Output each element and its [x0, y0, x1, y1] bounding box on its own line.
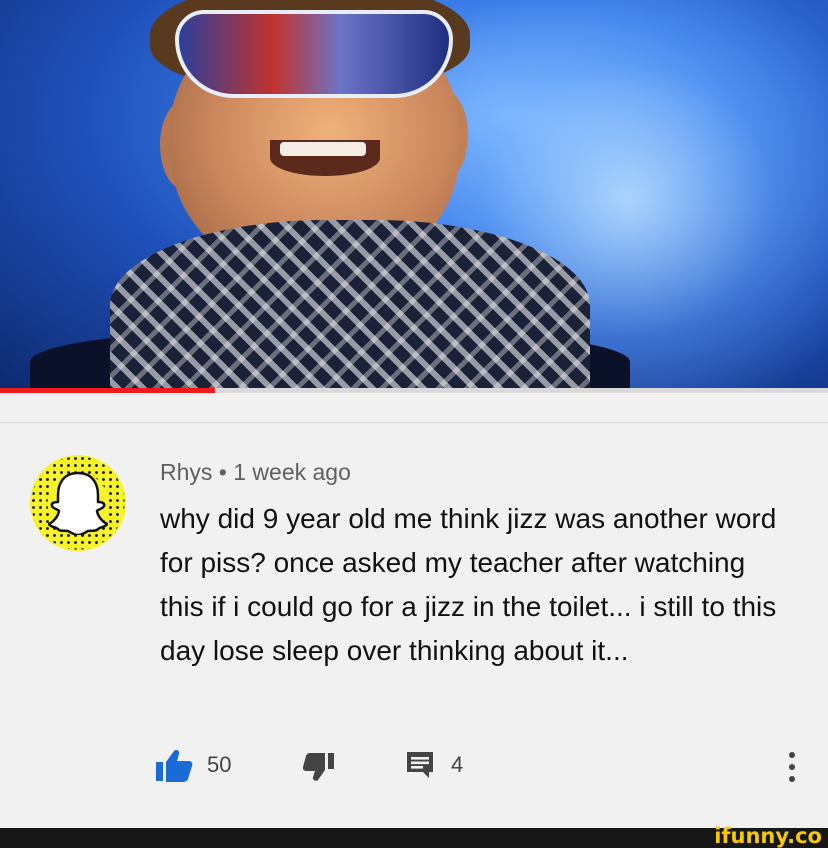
dislike-action[interactable] [303, 752, 335, 782]
reply-action[interactable]: 4 [405, 750, 463, 780]
like-count: 50 [207, 752, 232, 777]
sunglasses [175, 10, 453, 98]
comment-actions: 50 4 [155, 748, 815, 784]
comment-time: 1 week ago [233, 459, 351, 485]
like-action[interactable]: 50 [155, 748, 231, 782]
thumbs-down-icon[interactable] [303, 752, 335, 782]
video-progress-fill [0, 388, 216, 393]
more-options-icon[interactable] [789, 752, 795, 788]
meta-separator: • [218, 459, 227, 485]
video-progress-bar[interactable] [0, 388, 828, 393]
avatar[interactable] [30, 455, 126, 551]
reply-count: 4 [451, 752, 464, 777]
divider [0, 422, 828, 423]
footer-bar: ifunny.co [0, 824, 828, 848]
comment-icon[interactable] [405, 750, 435, 780]
plaid-scarf [110, 220, 590, 388]
brand-watermark: ifunny.co [714, 824, 822, 848]
thumbs-up-icon[interactable] [155, 748, 193, 782]
video-frame[interactable] [0, 0, 828, 388]
comment-text: why did 9 year old me think jizz was ano… [160, 503, 777, 666]
comment-author[interactable]: Rhys [160, 459, 212, 485]
figure-teeth [280, 142, 366, 156]
comment-meta: Rhys • 1 week ago [160, 459, 351, 486]
snapchat-ghost-icon [48, 471, 108, 535]
